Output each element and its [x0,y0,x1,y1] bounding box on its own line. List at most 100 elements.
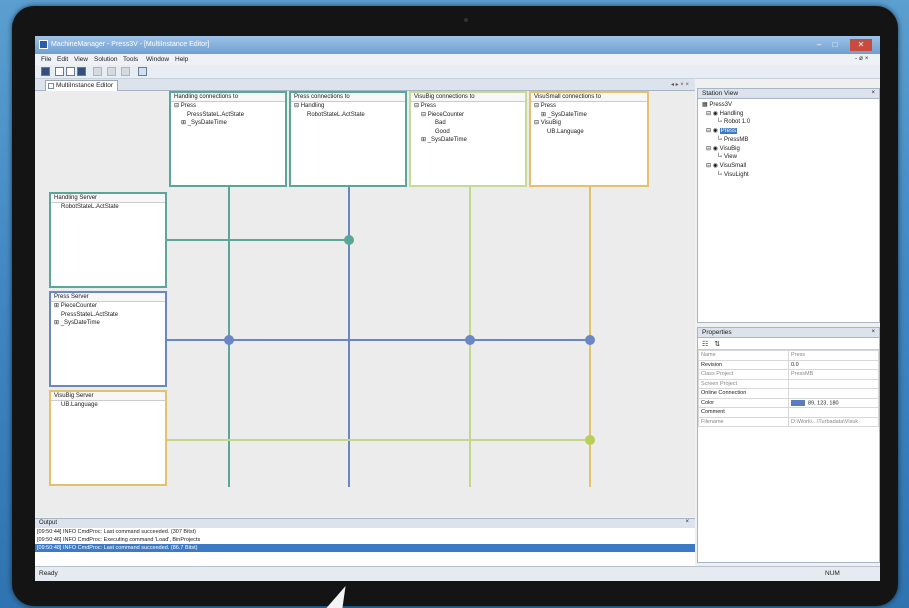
tree-item-visubig[interactable]: ⊟ ◉ VisuBig [700,145,877,154]
color-value: 89, 123, 180 [808,399,839,406]
menu-tools[interactable]: Tools [123,56,138,63]
tree-item-press3v[interactable]: ▦ Press3V [700,101,877,110]
tree-item-visulight[interactable]: └▫ VisuLight [700,171,877,180]
handling-server-box[interactable]: Handling Server RobotStateL.ActState [49,192,167,288]
property-value[interactable] [788,378,879,389]
menu-edit[interactable]: Edit [57,56,68,63]
tree-node[interactable]: ⊟ VisuBig [531,119,647,128]
tree-item-pressmb[interactable]: └▫ PressMB [700,136,877,145]
tree-item-view[interactable]: └▫ View [700,153,877,162]
categorized-icon[interactable]: ☷ [702,341,708,348]
property-key: Comment [698,407,789,418]
tree-item-label: Robot 1.0 [724,119,751,126]
tree-node[interactable]: ⊞ _SysDateTime [531,111,647,120]
property-row[interactable]: Class Project PressMB [698,369,879,380]
undo-icon[interactable] [107,67,116,76]
property-row[interactable]: Comment [698,407,879,418]
panel-close-icon[interactable]: × [871,90,875,96]
property-value[interactable]: Press [788,350,879,361]
new-icon[interactable] [41,67,50,76]
redo-icon[interactable] [121,67,130,76]
tree-item-label: PressMB [724,136,749,143]
press-server-box[interactable]: Press Server ⊞ PieceCounter PressStateL.… [49,291,167,387]
property-row[interactable]: Filename D:\Work\...\Turbadata\Visuk [698,416,879,427]
menu-window[interactable]: Window [146,56,169,63]
mdi-controls[interactable]: - ø × [855,55,869,62]
tree-node[interactable]: RobotStateL.ActState [291,111,405,120]
property-value[interactable]: D:\Work\...\Turbadata\Visuk [788,416,879,427]
tree-node[interactable]: ⊟ Press [411,102,525,111]
tree-node[interactable]: ⊞ PieceCounter [51,302,165,311]
connection-node[interactable] [465,335,475,345]
window-title: MachineManager - Press3V - [MultiInstanc… [51,41,210,48]
visubig-connections-box[interactable]: VisuBig connections to ⊟ Press ⊟ PieceCo… [409,91,527,187]
tree-node[interactable]: PressStateL.ActState [171,111,285,120]
close-button[interactable]: ✕ [850,39,872,51]
open-folder-icon[interactable] [66,67,75,76]
tab-controls[interactable]: ◂ ▸ × × [671,81,689,88]
tree-item-label: Press3V [709,102,733,108]
tree-node[interactable]: ⊟ Press [531,102,647,111]
menu-file[interactable]: File [41,56,51,63]
tree-node[interactable]: ⊟ PieceCounter [411,111,525,120]
tree-node[interactable]: ⊞ _SysDateTime [411,136,525,145]
handling-connections-box[interactable]: Handling connections to ⊟ Press PressSta… [169,91,287,187]
property-value[interactable] [788,388,879,399]
property-row[interactable]: Name Press [698,350,879,361]
maximize-button[interactable]: □ [828,39,842,51]
property-value[interactable]: PressMB [788,369,879,380]
connection-node[interactable] [585,435,595,445]
connection-node[interactable] [585,335,595,345]
tree-item-label: VisuSmall [719,162,747,169]
property-row[interactable]: Screen Project [698,378,879,389]
tree-node[interactable]: Bad [411,119,525,128]
tree-node[interactable]: ⊟ Handling [291,102,405,111]
tree-node[interactable]: ⊟ Press [171,102,285,111]
tree-node[interactable]: ⊞ _SysDateTime [51,319,165,328]
tree-node[interactable]: UB.Language [531,128,647,137]
menu-view[interactable]: View [74,56,88,63]
press-connection-line [348,187,350,487]
tree-item-press[interactable]: ⊟ ◉ Press [700,127,877,136]
visubig-server-box[interactable]: VisuBig Server UB.Language [49,390,167,486]
tree-item-label: VisuBig [719,145,740,152]
cut-icon[interactable] [93,67,102,76]
tree-node[interactable]: RobotStateL.ActState [51,203,165,212]
connection-node[interactable] [224,335,234,345]
property-value[interactable] [788,407,879,418]
visusmall-connections-box[interactable]: VisuSmall connections to ⊟ Press ⊞ _SysD… [529,91,649,187]
minimize-button[interactable]: – [812,39,826,51]
property-value[interactable]: 0.0 [788,359,879,370]
tab-multiinstance-editor[interactable]: MultiInstance Editor [45,80,119,91]
property-row[interactable]: Online Connection [698,388,879,399]
tree-item-handling[interactable]: ⊟ ◉ Handling [700,110,877,119]
tree-item-robot[interactable]: └▫ Robot 1.0 [700,118,877,127]
tree-node[interactable]: PressStateL.ActState [51,311,165,320]
multiinstance-icon[interactable] [138,67,147,76]
tree-node[interactable]: UB.Language [51,401,165,410]
open-icon[interactable] [55,67,64,76]
panel-close-icon[interactable]: × [871,329,875,335]
menu-solution[interactable]: Solution [94,56,118,63]
sort-icon[interactable]: ⇅ [714,341,720,348]
property-row[interactable]: Revision 0.0 [698,359,879,370]
menu-help[interactable]: Help [175,56,188,63]
save-icon[interactable] [77,67,86,76]
property-value[interactable]: 89, 123, 180 [788,397,879,408]
log-line-selected[interactable]: [09:50:48] INFO CmdProc: Last command su… [35,544,695,552]
menu-bar: File Edit View Solution Tools Window Hel… [35,54,880,65]
tree-item-visusmall[interactable]: ⊟ ◉ VisuSmall [700,162,877,171]
panel-title: Station View [702,90,739,97]
camera-dot [464,18,468,22]
press-connections-box[interactable]: Press connections to ⊟ Handling RobotSta… [289,91,407,187]
box-header: VisuSmall connections to [531,93,647,102]
log-line: [09:50:44] INFO CmdProc: Last command su… [37,529,196,535]
connection-node[interactable] [344,235,354,245]
box-header: VisuBig connections to [411,93,525,102]
properties-grid: Name Press Revision 0.0 Class Project Press… [698,350,879,427]
tree-node[interactable]: ⊞ _SysDateTime [171,119,285,128]
property-row[interactable]: Color 89, 123, 180 [698,397,879,408]
handling-server-line [165,239,349,241]
tree-node[interactable]: Good [411,128,525,137]
panel-close-icon[interactable]: × [685,519,689,525]
